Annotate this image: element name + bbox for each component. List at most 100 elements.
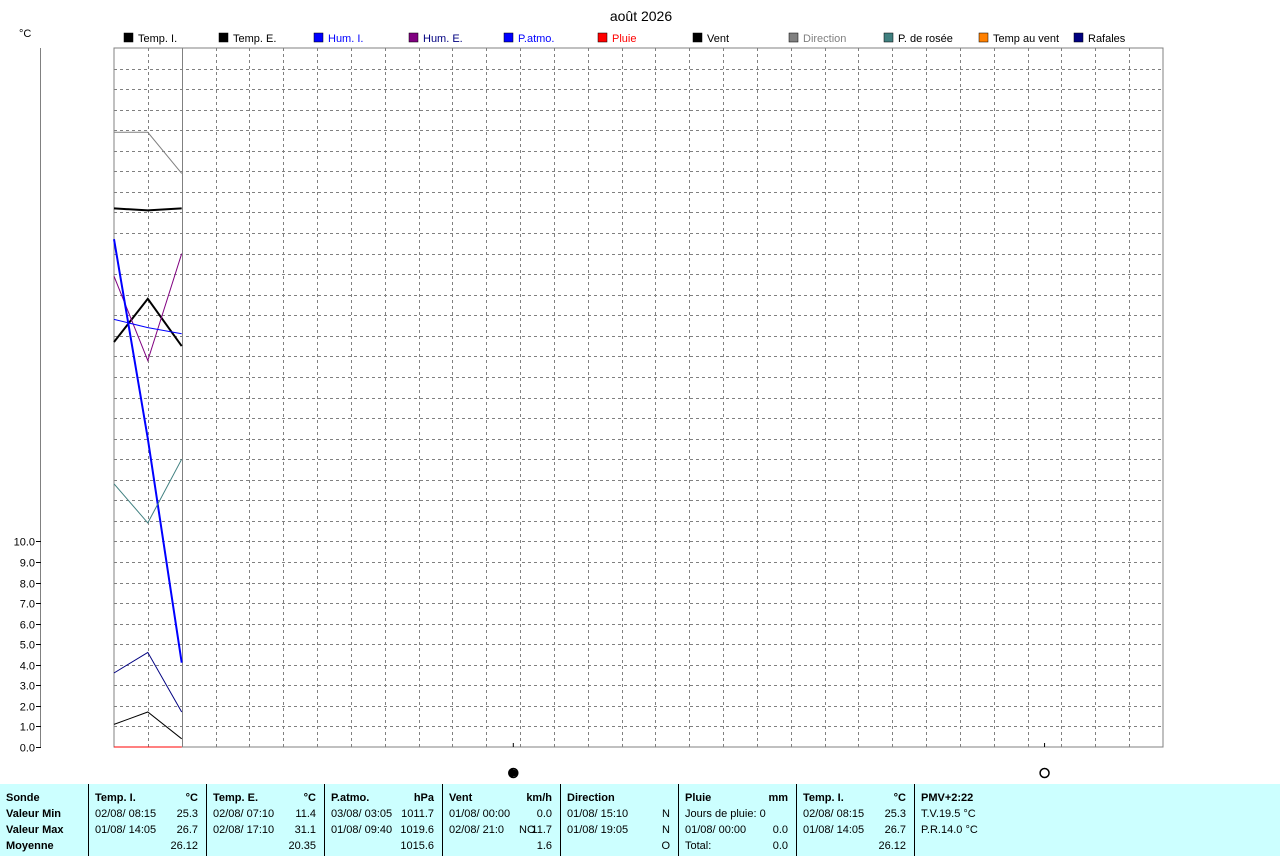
stats-temp-i-title: Temp. I. xyxy=(95,792,136,804)
stats-panel: Sonde Valeur Min Valeur Max Moyenne Temp… xyxy=(0,784,1280,856)
legend-swatch-7 xyxy=(788,32,799,43)
stats-temp-i2-max-date: 01/08/ 14:05 xyxy=(803,824,865,836)
stats-temp-e-min-date: 02/08/ 07:10 xyxy=(213,808,275,820)
stats-pmv-pr: P.R.14.0 °C xyxy=(921,824,978,836)
stats-col-temp-i: Temp. I. °C 02/08/ 08:15 25.3 01/08/ 14:05… xyxy=(89,784,207,856)
y-tick-label: 5.0 xyxy=(20,640,35,652)
moon-fill xyxy=(510,769,518,777)
legend-label-4: P.atmo. xyxy=(518,33,555,45)
chart: août 2026 °C Temp. I. Temp. E. Hum. I. Hum.… xyxy=(14,8,1164,779)
y-tick-label: 9.0 xyxy=(20,558,35,570)
stats-pmv-title: PMV+2:22 xyxy=(921,792,974,804)
y-tick-label: 10.0 xyxy=(14,537,35,549)
stats-temp-i2-title: Temp. I. xyxy=(803,792,844,804)
new-moon-icon xyxy=(1039,767,1050,779)
stats-temp-i-unit: °C xyxy=(185,792,198,804)
stats-direction-min-val: N xyxy=(662,808,670,820)
stats-row-avg: Moyenne xyxy=(6,840,54,852)
stats-patmo-title: P.atmo. xyxy=(331,792,370,804)
stats-direction-avg: O xyxy=(661,840,670,852)
stats-pluie-max-date: 01/08/ 00:00 xyxy=(685,824,747,836)
legend-label-10: Rafales xyxy=(1088,33,1126,45)
legend-label-7: Direction xyxy=(803,33,846,45)
stats-vent-max-date: 02/08/ 21:0 xyxy=(449,824,505,836)
series-lines xyxy=(113,131,183,748)
legend-label-8: P. de rosée xyxy=(898,33,953,45)
y-tick-label: 7.0 xyxy=(20,599,35,611)
stats-temp-i2-max-val: 26.7 xyxy=(884,824,906,836)
series-line-8 xyxy=(113,711,183,740)
stats-patmo-min-date: 03/08/ 03:05 xyxy=(331,808,393,820)
stats-temp-i2-min-val: 25.3 xyxy=(884,808,906,820)
stats-pmv-tv: T.V.19.5 °C xyxy=(921,808,976,820)
stats-col-direction: Direction 01/08/ 15:10 N 01/08/ 19:05 N O xyxy=(561,784,679,856)
series-line-7 xyxy=(113,651,183,713)
series-line-6 xyxy=(113,458,183,524)
stats-pluie-unit: mm xyxy=(768,792,788,804)
chart-title: août 2026 xyxy=(610,8,672,24)
stats-direction-title: Direction xyxy=(567,792,615,804)
legend-label-3: Hum. E. xyxy=(423,33,463,45)
stats-sonde-title: Sonde xyxy=(6,792,40,804)
series-line-3 xyxy=(113,239,183,663)
stats-pluie-total-val: 0.0 xyxy=(772,840,788,852)
stats-temp-i-max-val: 26.7 xyxy=(176,824,198,836)
stats-patmo-avg: 1015.6 xyxy=(400,840,434,852)
stats-col-temp-i-2: Temp. I. °C 02/08/ 08:15 25.3 01/08/ 14:05… xyxy=(797,784,915,856)
stats-patmo-max-val: 1019.6 xyxy=(400,824,434,836)
legend-swatch-5 xyxy=(597,32,608,43)
stats-vent-title: Vent xyxy=(449,792,473,804)
grid xyxy=(113,47,1164,748)
stats-temp-i2-avg: 26.12 xyxy=(878,840,906,852)
y-axis-unit: °C xyxy=(19,28,31,40)
stats-temp-i2-unit: °C xyxy=(893,792,906,804)
legend-swatch-6 xyxy=(692,32,703,43)
legend-label-1: Temp. E. xyxy=(233,33,276,45)
stats-vent-max-val: 11.7 xyxy=(531,824,552,836)
series-line-5 xyxy=(114,131,183,174)
stats-col-patmo: P.atmo. hPa 03/08/ 03:05 1011.7 01/08/ 09:… xyxy=(325,784,443,856)
stats-col-sonde: Sonde Valeur Min Valeur Max Moyenne xyxy=(0,784,89,856)
y-tick-label: 2.0 xyxy=(20,702,35,714)
legend-label-5: Pluie xyxy=(612,33,636,45)
stats-col-vent: Vent km/h 01/08/ 00:00 0.0 02/08/ 21:0 NO 11… xyxy=(443,784,561,856)
legend-swatch-0 xyxy=(123,32,134,43)
stats-temp-i-max-date: 01/08/ 14:05 xyxy=(95,824,157,836)
legend-swatch-1 xyxy=(218,32,229,43)
stats-col-pluie: Pluie mm Jours de pluie: 0 01/08/ 00:00 0.… xyxy=(679,784,797,856)
y-axis: 0.0 1.0 2.0 3.0 4.0 5.0 6.0 7.0 8.0 9.0 10.0 xyxy=(14,48,41,755)
stats-temp-e-max-date: 02/08/ 17:10 xyxy=(213,824,275,836)
legend-label-9: Temp au vent xyxy=(993,33,1059,45)
stats-direction-min-date: 01/08/ 15:10 xyxy=(567,808,629,820)
legend: Temp. I. Temp. E. Hum. I. Hum. E. P.atmo. Plu… xyxy=(123,32,1126,45)
y-tick-label: 1.0 xyxy=(20,722,35,734)
stats-direction-max-date: 01/08/ 19:05 xyxy=(567,824,629,836)
stats-row-max: Valeur Max xyxy=(6,824,64,836)
stats-temp-e-min-val: 11.4 xyxy=(295,808,316,820)
stats-temp-i-avg: 26.12 xyxy=(170,840,198,852)
y-tick-label: 0.0 xyxy=(20,743,35,755)
stats-temp-e-avg: 20.35 xyxy=(288,840,316,852)
stats-patmo-unit: hPa xyxy=(413,792,434,804)
stats-col-temp-e: Temp. E. °C 02/08/ 07:10 11.4 02/08/ 17:10… xyxy=(207,784,325,856)
stats-pluie-days: Jours de pluie: 0 xyxy=(685,808,766,820)
stats-temp-i-min-date: 02/08/ 08:15 xyxy=(95,808,157,820)
stats-vent-min-val: 0.0 xyxy=(536,808,552,820)
stats-vent-avg: 1.6 xyxy=(536,840,552,852)
stats-temp-i-min-val: 25.3 xyxy=(176,808,198,820)
legend-label-0: Temp. I. xyxy=(138,33,177,45)
series-line-4 xyxy=(113,318,182,335)
stats-patmo-max-date: 01/08/ 09:40 xyxy=(331,824,393,836)
x-markers xyxy=(508,743,1050,779)
legend-label-2: Hum. I. xyxy=(328,33,363,45)
y-tick-label: 3.0 xyxy=(20,681,35,693)
plot-frame xyxy=(113,47,1164,748)
stats-pluie-total-label: Total: xyxy=(685,840,712,852)
legend-swatch-8 xyxy=(883,32,894,43)
stats-temp-e-max-val: 31.1 xyxy=(294,824,316,836)
legend-swatch-9 xyxy=(978,32,989,43)
legend-swatch-10 xyxy=(1073,32,1084,43)
legend-swatch-2 xyxy=(313,32,324,43)
legend-swatch-3 xyxy=(408,32,419,43)
stats-vent-unit: km/h xyxy=(526,792,552,804)
